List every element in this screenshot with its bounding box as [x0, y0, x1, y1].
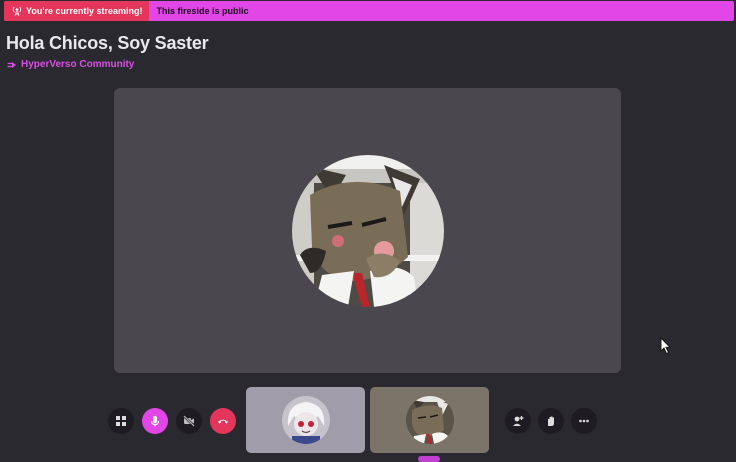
mouse-cursor-icon [660, 337, 672, 355]
community-name: HyperVerso Community [21, 59, 135, 70]
scroll-indicator[interactable] [418, 456, 440, 462]
streaming-status: You're currently streaming! [4, 1, 149, 21]
community-link[interactable]: HyperVerso Community [7, 59, 134, 70]
participant-tile[interactable] [370, 387, 489, 453]
more-options-button[interactable] [571, 408, 597, 434]
add-person-icon [513, 416, 524, 426]
hang-up-icon [218, 419, 228, 424]
microphone-icon [150, 416, 160, 427]
hang-up-button[interactable] [210, 408, 236, 434]
main-speaker-avatar[interactable] [292, 155, 444, 307]
participant-avatar [281, 396, 330, 444]
more-options-icon [579, 419, 589, 423]
hyena-avatar-icon [292, 155, 444, 307]
page-title: Hola Chicos, Soy Saster [6, 33, 209, 53]
broadcast-icon [12, 6, 22, 16]
streaming-label: You're currently streaming! [26, 6, 143, 16]
participant-tile[interactable] [246, 387, 365, 453]
call-controls [108, 408, 236, 434]
community-icon [7, 61, 16, 68]
participant-avatar [405, 396, 454, 444]
raise-hand-button[interactable] [538, 408, 564, 434]
raise-hand-icon [548, 416, 554, 426]
stage-controls [505, 408, 597, 434]
camera-button[interactable] [176, 408, 202, 434]
white-hair-character-icon [281, 396, 330, 444]
grid-icon [116, 416, 126, 426]
camera-off-icon [183, 415, 195, 427]
public-label: This fireside is public [156, 6, 249, 16]
streaming-banner: You're currently streaming! This firesid… [4, 1, 734, 21]
add-person-button[interactable] [505, 408, 531, 434]
hyena-avatar-icon [405, 396, 454, 444]
microphone-button[interactable] [142, 408, 168, 434]
grid-button[interactable] [108, 408, 134, 434]
